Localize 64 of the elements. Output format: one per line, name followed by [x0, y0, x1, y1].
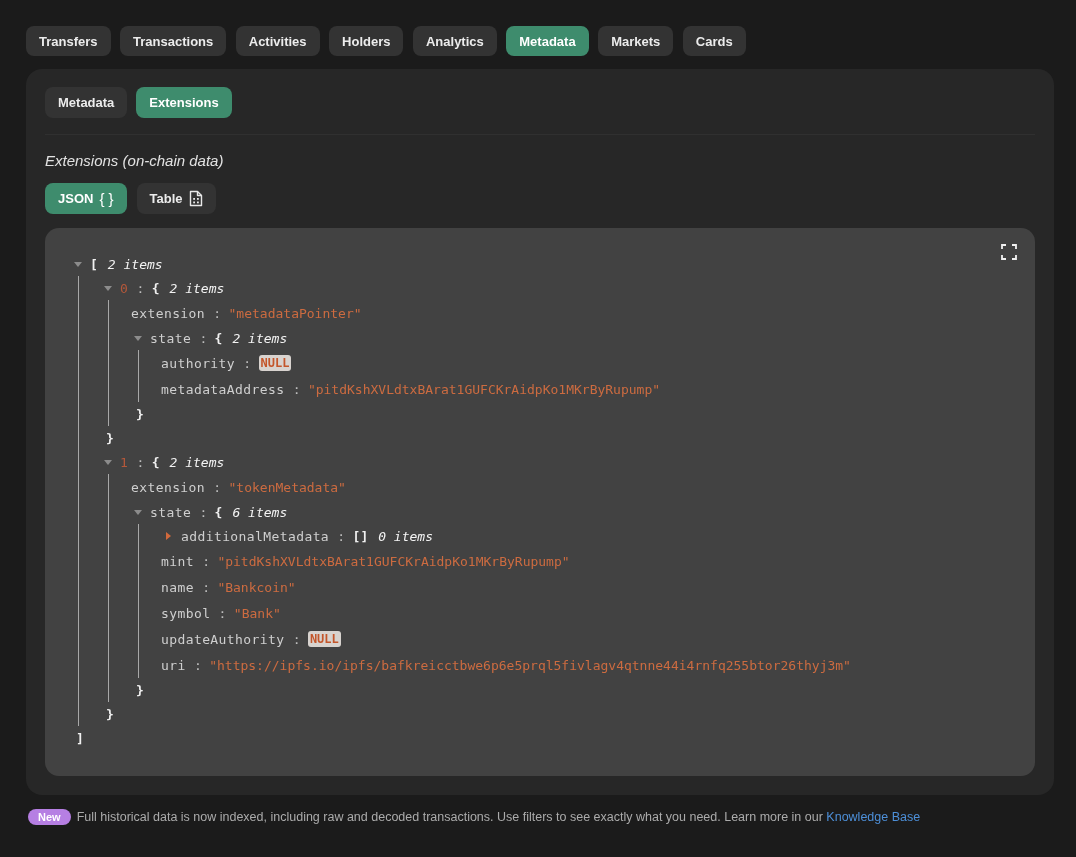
notice-text: Full historical data is now indexed, including raw and decoded transactions. Use filters to see exactly what you need. Learn more in our Knowledge Base [76, 810, 921, 824]
json-bracket: ] [76, 730, 84, 746]
document-icon [188, 190, 203, 207]
json-bracket: [ [90, 256, 98, 272]
item-count: 6 items [232, 504, 288, 520]
table-view-button[interactable]: Table [136, 183, 216, 214]
json-bracket: } [106, 706, 114, 722]
json-key: additionalMetadata : [181, 528, 346, 544]
null-badge: NULL [258, 355, 292, 371]
json-bracket: } [136, 682, 144, 698]
json-bracket: } [136, 406, 144, 422]
tab[interactable]: Cards [682, 26, 746, 56]
tab[interactable]: Analytics [412, 26, 497, 56]
item-count: 0 items [378, 528, 433, 544]
tab[interactable]: Holders [329, 26, 404, 56]
string-value: "pitdKshXVLdtxBArat1GUFCKrAidpKo1MKrByRupump" [217, 553, 570, 569]
json-key: 0 : [120, 280, 145, 296]
json-key: 1 : [120, 454, 145, 470]
string-value: "metadataPointer" [228, 305, 362, 321]
tab[interactable]: Transfers [26, 26, 111, 56]
string-value: "Bankcoin" [217, 579, 296, 595]
tab[interactable]: Markets [598, 26, 674, 56]
json-key: state : [150, 504, 208, 520]
string-value: "tokenMetadata" [228, 479, 346, 495]
item-count: 2 items [169, 454, 225, 470]
string-value: "https://ipfs.io/ipfs/bafkreicctbwe6p6e5prql5fivlagv4qtnne44i4rnfq255btor26thyj3m" [209, 657, 851, 673]
string-value: "Bank" [233, 605, 281, 621]
caret-right-icon[interactable] [166, 532, 171, 540]
json-key: symbol : [161, 605, 227, 621]
knowledge-base-link[interactable]: Knowledge Base [826, 810, 921, 824]
json-key: name : [161, 579, 211, 595]
tab[interactable]: Transactions [120, 26, 227, 56]
item-count: 2 items [169, 280, 225, 296]
json-bracket: } [106, 430, 114, 446]
new-badge: New [28, 809, 71, 825]
caret-down-icon[interactable] [134, 509, 142, 515]
json-bracket: { [214, 330, 223, 346]
json-key: metadataAddress : [161, 381, 301, 397]
tab[interactable]: Activities [235, 26, 320, 56]
json-key: uri : [161, 657, 203, 673]
section-title: Extensions (on-chain data) [45, 151, 225, 171]
caret-down-icon[interactable] [74, 261, 82, 267]
json-bracket: { [214, 504, 223, 520]
json-key: extension : [131, 479, 222, 495]
item-count: 2 items [107, 256, 163, 272]
string-value: "pitdKshXVLdtxBArat1GUFCKrAidpKo1MKrByRupump" [307, 381, 661, 397]
json-key: extension : [131, 305, 222, 321]
subtab[interactable]: Metadata [45, 87, 128, 118]
subtab[interactable]: Extensions [136, 87, 232, 118]
fullscreen-icon[interactable] [1001, 244, 1017, 260]
tab[interactable]: Metadata [506, 26, 589, 56]
null-badge: NULL [307, 631, 341, 647]
json-bracket: { [151, 280, 160, 296]
json-key: mint : [161, 553, 211, 569]
json-key: updateAuthority : [161, 631, 301, 647]
json-key: authority : [161, 355, 252, 371]
caret-down-icon[interactable] [104, 285, 112, 291]
caret-down-icon[interactable] [134, 335, 142, 341]
json-bracket: [] [352, 528, 369, 544]
json-key: state : [150, 330, 208, 346]
json-view-button[interactable]: JSON { } [45, 183, 127, 214]
json-bracket: { [151, 454, 160, 470]
item-count: 2 items [232, 330, 288, 346]
caret-down-icon[interactable] [104, 459, 112, 465]
